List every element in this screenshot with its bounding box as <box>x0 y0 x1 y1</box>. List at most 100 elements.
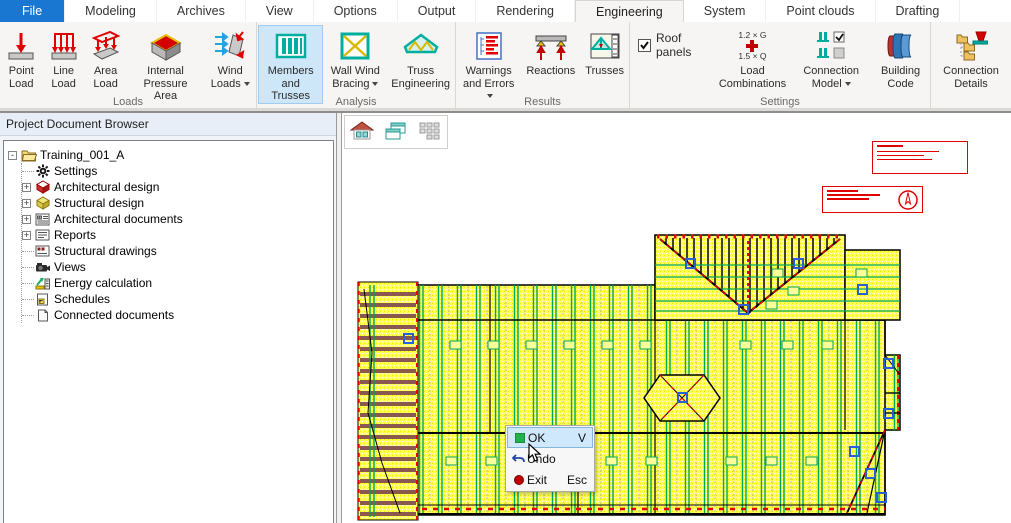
connection-model-button[interactable]: Connection Model <box>792 25 870 91</box>
members-and-trusses-button[interactable]: Members and Trusses <box>258 25 323 104</box>
tab-options[interactable]: Options <box>314 0 398 22</box>
dropdown-arrow-icon <box>372 82 378 86</box>
tree-item-label: Reports <box>54 228 96 242</box>
members-and-trusses-icon <box>274 29 308 63</box>
plan-hip-hexagon <box>644 375 720 421</box>
project-tree[interactable]: - Training_001_A Settings + <box>3 140 334 523</box>
tree-connector <box>22 315 34 316</box>
tab-file[interactable]: File <box>0 0 65 22</box>
menu-item-shortcut: V <box>578 431 589 445</box>
connection-model-label: Connection Model <box>796 65 866 90</box>
tree-item-settings[interactable]: Settings <box>22 163 331 179</box>
annotation-title-box <box>872 141 968 174</box>
tree-item-label: Structural design <box>54 196 144 210</box>
warnings-and-errors-button[interactable]: Warnings and Errors <box>457 25 520 104</box>
context-menu-item-ok[interactable]: OK V <box>507 427 593 448</box>
context-menu-item-undo[interactable]: Undo <box>507 448 593 469</box>
load-combinations-button[interactable]: 1.2 × G 1.5 × Q Load Combinations <box>715 25 791 91</box>
tree-item-label: Connected documents <box>54 308 174 322</box>
internal-pressure-area-button[interactable]: Internal Pressure Area <box>128 25 204 104</box>
ribbon-group-connection-details: Connection Details <box>931 22 1011 111</box>
wall-wind-bracing-button[interactable]: Wall Wind Bracing <box>325 25 385 91</box>
home-view-button[interactable] <box>349 119 375 145</box>
tree-expander-expand[interactable]: + <box>22 215 31 224</box>
dropdown-arrow-icon <box>845 82 851 86</box>
tree-expander-expand[interactable]: + <box>22 199 31 208</box>
tab-output[interactable]: Output <box>398 0 477 22</box>
cascade-windows-icon <box>384 121 408 143</box>
drawing-canvas[interactable]: OK V Undo Exit Esc <box>342 113 1011 523</box>
tree-item-connected-documents[interactable]: Connected documents <box>22 307 331 323</box>
tree-expander-collapse[interactable]: - <box>8 151 17 160</box>
roof-panels-checkbox[interactable]: Roof panels <box>638 31 697 59</box>
tree-item-label: Settings <box>54 164 97 178</box>
wind-loads-icon <box>213 29 247 63</box>
connection-details-button[interactable]: Connection Details <box>932 25 1010 91</box>
tree-item-label: Training_001_A <box>40 148 124 162</box>
warnings-and-errors-icon <box>473 29 505 63</box>
tree-item-structural-drawings[interactable]: Structural drawings <box>22 243 331 259</box>
schedules-icon <box>34 293 51 306</box>
tree-children: Settings + Architectural design + Struct… <box>21 163 331 323</box>
building-code-label: Building Code <box>876 65 925 90</box>
tree-item-root[interactable]: - Training_001_A <box>8 147 331 163</box>
ribbon: Point Load Line Load Area Load <box>0 22 1011 113</box>
tab-modeling[interactable]: Modeling <box>65 0 157 22</box>
tree-item-label: Energy calculation <box>54 276 152 290</box>
checkbox-checked-icon <box>638 39 651 52</box>
folder-open-icon <box>20 149 37 162</box>
tree-item-label: Views <box>54 260 86 274</box>
tree-connector <box>22 299 34 300</box>
tab-point-clouds[interactable]: Point clouds <box>766 0 875 22</box>
building-code-button[interactable]: Building Code <box>872 25 929 91</box>
group-label-loads: Loads <box>0 96 256 108</box>
tree-item-schedules[interactable]: Schedules <box>22 291 331 307</box>
energy-calculation-icon <box>34 277 51 290</box>
cascade-windows-button[interactable] <box>383 119 409 145</box>
tree-item-energy-calculation[interactable]: Energy calculation <box>22 275 331 291</box>
reports-icon <box>34 229 51 241</box>
structural-drawings-icon <box>34 245 51 257</box>
panel-title: Project Document Browser <box>0 113 336 136</box>
tile-windows-button[interactable] <box>417 119 443 145</box>
tree-item-views[interactable]: Views <box>22 259 331 275</box>
reactions-button[interactable]: Reactions <box>522 25 579 79</box>
tree-item-reports[interactable]: + Reports <box>22 227 331 243</box>
tree-expander-expand[interactable]: + <box>22 183 31 192</box>
tree-connector <box>22 283 34 284</box>
trusses-button[interactable]: Trusses <box>581 25 628 79</box>
wind-loads-button[interactable]: Wind Loads <box>205 25 255 91</box>
tab-archives[interactable]: Archives <box>157 0 246 22</box>
group-label-settings: Settings <box>630 96 930 108</box>
mouse-cursor <box>528 443 542 463</box>
plan-left-strip <box>358 282 418 520</box>
area-load-label: Area Load <box>90 65 122 90</box>
architectural-documents-icon <box>34 213 51 226</box>
tab-rendering[interactable]: Rendering <box>476 0 575 22</box>
load-combinations-label: Load Combinations <box>719 65 787 90</box>
tree-item-architectural-documents[interactable]: + Architectural documents <box>22 211 331 227</box>
wall-wind-bracing-label: Wall Wind Bracing <box>329 65 381 90</box>
tree-item-structural-design[interactable]: + Structural design <box>22 195 331 211</box>
tab-drafting[interactable]: Drafting <box>876 0 961 22</box>
building-code-icon <box>884 29 918 63</box>
tab-view[interactable]: View <box>246 0 314 22</box>
area-load-button[interactable]: Area Load <box>86 25 126 91</box>
point-load-button[interactable]: Point Load <box>1 25 42 91</box>
undo-arrow-icon <box>510 453 527 464</box>
wind-loads-label: Wind Loads <box>209 65 251 90</box>
tree-expander-expand[interactable]: + <box>22 231 31 240</box>
truss-engineering-button[interactable]: Truss Engineering <box>387 25 454 91</box>
line-load-label: Line Load <box>48 65 80 90</box>
line-load-button[interactable]: Line Load <box>44 25 84 91</box>
context-menu-item-exit[interactable]: Exit Esc <box>507 469 593 490</box>
wall-wind-bracing-icon <box>338 29 372 63</box>
views-camera-icon <box>34 261 51 273</box>
tab-engineering[interactable]: Engineering <box>575 0 684 22</box>
exit-red-dot-icon <box>510 475 527 485</box>
area-load-icon <box>90 29 122 63</box>
tab-system[interactable]: System <box>684 0 767 22</box>
tree-item-label: Architectural documents <box>54 212 183 226</box>
truss-engineering-label: Truss Engineering <box>391 65 450 90</box>
tree-item-architectural-design[interactable]: + Architectural design <box>22 179 331 195</box>
